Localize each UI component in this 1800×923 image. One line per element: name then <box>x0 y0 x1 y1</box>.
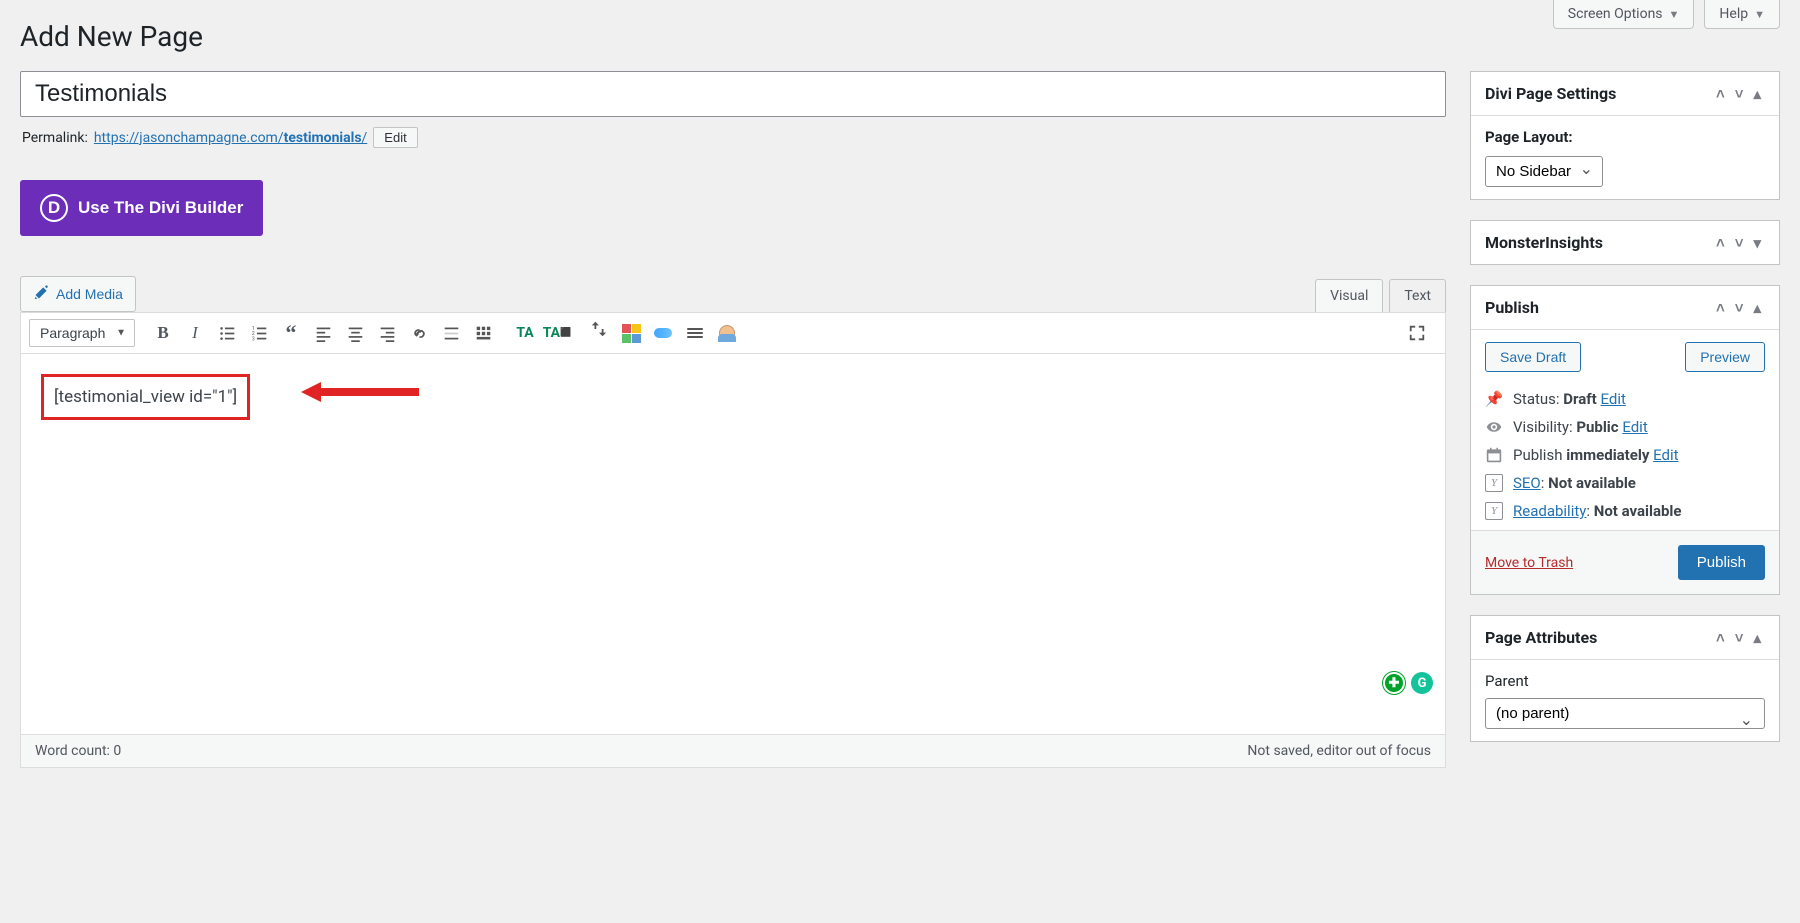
panel-down-icon[interactable]: ˅ <box>1731 299 1748 317</box>
readability-row: Y Readability: Not available <box>1485 502 1765 520</box>
yoast-good-icon[interactable]: ✚ <box>1383 672 1405 694</box>
help-label: Help <box>1719 6 1748 22</box>
page-layout-label: Page Layout: <box>1485 128 1765 146</box>
pill-button[interactable] <box>649 319 677 347</box>
panel-toggle-icon[interactable]: ▴ <box>1749 299 1765 317</box>
editor-toolbar: Paragraph B I 123 “ <box>21 313 1445 354</box>
panel-up-icon[interactable]: ˄ <box>1712 234 1729 252</box>
editor-content-area[interactable]: [testimonial_view id="1"] ✚ G <box>21 354 1445 734</box>
edit-permalink-button[interactable]: Edit <box>373 127 417 148</box>
caret-down-icon: ▼ <box>1669 8 1680 21</box>
align-center-button[interactable] <box>341 319 369 347</box>
editor-status-text: Not saved, editor out of focus <box>1247 743 1431 759</box>
panel-toggle-icon[interactable]: ▾ <box>1749 234 1765 252</box>
avatar-button[interactable] <box>713 319 741 347</box>
page-attributes-panel: Page Attributes ˄ ˅ ▴ Parent (no parent) <box>1470 615 1780 742</box>
page-layout-select[interactable]: No Sidebar <box>1485 156 1603 187</box>
color-blocks-button[interactable] <box>617 319 645 347</box>
edit-publish-time-link[interactable]: Edit <box>1653 446 1678 464</box>
post-title-input[interactable] <box>20 71 1446 117</box>
status-row: 📌 Status: Draft Edit <box>1485 390 1765 408</box>
media-icon <box>33 284 50 304</box>
ta-sub-button[interactable]: TA⬛ <box>543 319 571 347</box>
panel-up-icon[interactable]: ˄ <box>1712 629 1729 647</box>
blockquote-button[interactable]: “ <box>277 319 305 347</box>
format-select[interactable]: Paragraph <box>29 319 135 347</box>
page-title: Add New Page <box>20 20 1800 53</box>
add-media-button[interactable]: Add Media <box>20 276 136 312</box>
shortcode-text: [testimonial_view id="1"] <box>41 374 250 420</box>
preview-button[interactable]: Preview <box>1685 342 1765 372</box>
panel-down-icon[interactable]: ˅ <box>1731 85 1748 103</box>
parent-select[interactable]: (no parent) <box>1485 698 1765 729</box>
svg-text:3: 3 <box>251 336 254 342</box>
move-to-trash-link[interactable]: Move to Trash <box>1485 555 1573 571</box>
word-count: Word count: 0 <box>35 743 121 759</box>
save-draft-button[interactable]: Save Draft <box>1485 342 1581 372</box>
italic-button[interactable]: I <box>181 319 209 347</box>
divi-page-settings-panel: Divi Page Settings ˄ ˅ ▴ Page Layout: No… <box>1470 71 1780 200</box>
panel-title: MonsterInsights <box>1485 233 1603 252</box>
publish-time-row: Publish immediately Edit <box>1485 446 1765 464</box>
visual-tab[interactable]: Visual <box>1315 279 1383 312</box>
text-tab[interactable]: Text <box>1389 279 1446 312</box>
screen-options-label: Screen Options <box>1568 6 1663 22</box>
parent-label: Parent <box>1485 672 1765 690</box>
monsterinsights-panel: MonsterInsights ˄ ˅ ▾ <box>1470 220 1780 265</box>
edit-status-link[interactable]: Edit <box>1600 390 1625 408</box>
toggle-expand-button[interactable] <box>585 315 613 343</box>
panel-title: Publish <box>1485 298 1539 317</box>
readability-link[interactable]: Readability <box>1513 502 1586 520</box>
panel-down-icon[interactable]: ˅ <box>1731 234 1748 252</box>
lines-button[interactable] <box>681 319 709 347</box>
pin-icon: 📌 <box>1485 390 1503 408</box>
panel-title: Divi Page Settings <box>1485 84 1616 103</box>
permalink-row: Permalink: https://jasonchampagne.com/te… <box>22 127 1444 148</box>
panel-up-icon[interactable]: ˄ <box>1712 299 1729 317</box>
use-divi-builder-button[interactable]: D Use The Divi Builder <box>20 180 263 236</box>
edit-visibility-link[interactable]: Edit <box>1622 418 1647 436</box>
publish-panel: Publish ˄ ˅ ▴ Save Draft Preview 📌 Statu… <box>1470 285 1780 595</box>
yoast-icon: Y <box>1485 502 1503 520</box>
bold-button[interactable]: B <box>149 319 177 347</box>
permalink-url[interactable]: https://jasonchampagne.com/testimonials/ <box>94 130 367 146</box>
eye-icon <box>1485 419 1503 435</box>
help-tab[interactable]: Help ▼ <box>1704 0 1780 29</box>
fullscreen-button[interactable] <box>1403 319 1431 347</box>
permalink-label: Permalink: <box>22 130 88 146</box>
panel-down-icon[interactable]: ˅ <box>1731 629 1748 647</box>
seo-row: Y SEO: Not available <box>1485 474 1765 492</box>
divi-logo-icon: D <box>40 194 68 222</box>
visibility-row: Visibility: Public Edit <box>1485 418 1765 436</box>
caret-down-icon: ▼ <box>1754 8 1765 21</box>
panel-toggle-icon[interactable]: ▴ <box>1749 629 1765 647</box>
bullet-list-button[interactable] <box>213 319 241 347</box>
publish-button[interactable]: Publish <box>1678 545 1765 580</box>
yoast-icon: Y <box>1485 474 1503 492</box>
panel-up-icon[interactable]: ˄ <box>1712 85 1729 103</box>
calendar-icon <box>1485 447 1503 463</box>
read-more-button[interactable] <box>437 319 465 347</box>
ta-button[interactable]: TA <box>511 319 539 347</box>
panel-toggle-icon[interactable]: ▴ <box>1749 85 1765 103</box>
add-media-label: Add Media <box>56 286 123 302</box>
align-left-button[interactable] <box>309 319 337 347</box>
divi-button-label: Use The Divi Builder <box>78 198 243 218</box>
arrow-annotation-icon <box>301 380 421 404</box>
grammarly-icon[interactable]: G <box>1411 672 1433 694</box>
screen-options-tab[interactable]: Screen Options ▼ <box>1553 0 1695 29</box>
number-list-button[interactable]: 123 <box>245 319 273 347</box>
seo-link[interactable]: SEO <box>1513 474 1541 492</box>
editor-frame: Paragraph B I 123 “ <box>20 312 1446 768</box>
panel-title: Page Attributes <box>1485 628 1597 647</box>
link-button[interactable] <box>405 319 433 347</box>
align-right-button[interactable] <box>373 319 401 347</box>
toolbar-toggle-button[interactable] <box>469 319 497 347</box>
